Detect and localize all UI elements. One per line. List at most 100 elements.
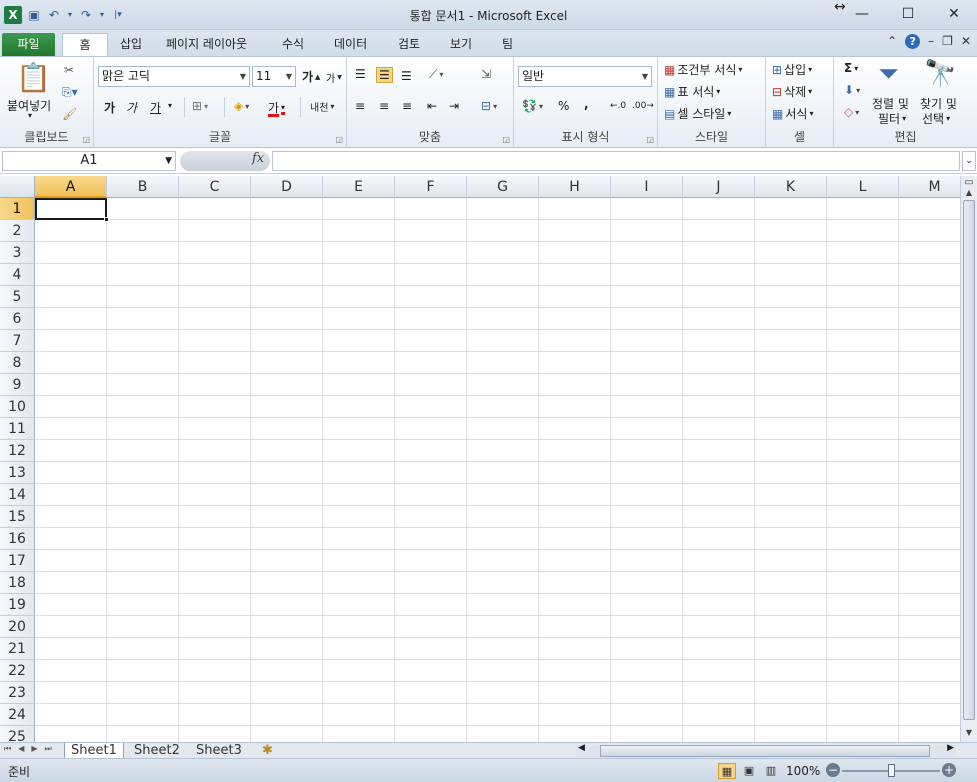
number-format-combo[interactable]: 일반 ▼ (518, 66, 652, 87)
row-header-12[interactable]: 12 (0, 440, 35, 462)
maximize-button[interactable]: ☐ (885, 0, 931, 28)
orientation-icon[interactable]: ⟋ ▾ (429, 67, 443, 82)
row-header-9[interactable]: 9 (0, 374, 35, 396)
row-header-4[interactable]: 4 (0, 264, 35, 286)
number-launcher-icon[interactable]: ◲ (646, 135, 654, 144)
find-select-label-2[interactable]: 선택 ▾ (922, 110, 950, 127)
clear-icon[interactable]: ◇ ▾ (844, 105, 859, 119)
font-color-button[interactable]: 가 ▾ (268, 99, 285, 116)
vertical-scrollbar[interactable]: ▭ ▲ ▼ (960, 176, 977, 742)
formula-input[interactable] (272, 151, 960, 171)
insert-function-icon[interactable]: fx (252, 151, 264, 166)
phonetic-button[interactable]: 내천 ▾ (310, 99, 334, 114)
minimize-button[interactable]: — (839, 0, 885, 28)
row-header-18[interactable]: 18 (0, 572, 35, 594)
doc-minimize-icon[interactable]: – (928, 34, 934, 49)
row-header-23[interactable]: 23 (0, 682, 35, 704)
scroll-up-icon[interactable]: ▲ (962, 186, 976, 200)
wrap-text-icon[interactable]: ⇲ (481, 67, 491, 81)
sheet-tab-2[interactable]: Sheet2 (128, 743, 186, 759)
tab-home[interactable]: 홈 (62, 33, 108, 56)
next-sheet-icon[interactable]: ▶ (31, 744, 37, 754)
column-header-b[interactable]: B (107, 176, 179, 198)
column-header-k[interactable]: K (755, 176, 827, 198)
align-left-icon[interactable]: ≡ (355, 99, 365, 113)
prev-sheet-icon[interactable]: ◀ (18, 744, 24, 754)
paste-icon[interactable]: 📋 (16, 61, 51, 94)
merge-center-icon[interactable]: ⊟ ▾ (481, 99, 497, 113)
cut-icon[interactable]: ✂ (64, 63, 74, 77)
row-header-8[interactable]: 8 (0, 352, 35, 374)
row-header-22[interactable]: 22 (0, 660, 35, 682)
tab-page-layout[interactable]: 페이지 레이아웃 (156, 33, 257, 56)
horizontal-scroll-thumb[interactable] (600, 745, 930, 757)
page-layout-view-icon[interactable]: ▣ (740, 763, 758, 779)
row-header-20[interactable]: 20 (0, 616, 35, 638)
paste-dropdown-icon[interactable]: ▾ (28, 111, 32, 120)
italic-button[interactable]: 가 (126, 99, 137, 116)
font-name-combo[interactable]: 맑은 고딕 ▼ (98, 66, 250, 87)
row-header-11[interactable]: 11 (0, 418, 35, 440)
fill-color-icon[interactable]: ◈ ▾ (234, 99, 249, 113)
increase-decimal-icon[interactable]: ←.0 (610, 101, 626, 111)
decrease-indent-icon[interactable]: ⇤ (427, 99, 437, 113)
row-header-6[interactable]: 6 (0, 308, 35, 330)
comma-button[interactable]: , (584, 97, 589, 111)
column-header-g[interactable]: G (467, 176, 539, 198)
expand-formula-bar-icon[interactable]: ⌄ (962, 151, 976, 171)
collapse-ribbon-icon[interactable]: ⌃ (887, 34, 897, 49)
insert-cells-button[interactable]: ⊞ 삽입 ▾ (772, 61, 812, 78)
zoom-slider-thumb[interactable] (888, 764, 895, 777)
align-right-icon[interactable]: ≡ (402, 99, 412, 113)
copy-icon[interactable]: ⎘▾ (62, 85, 78, 100)
conditional-format-button[interactable]: ▦ 조건부 서식 ▾ (664, 61, 742, 78)
sort-filter-icon[interactable]: ⏷ (878, 59, 899, 90)
align-center-icon[interactable]: ≡ (379, 99, 389, 113)
column-header-i[interactable]: I (611, 176, 683, 198)
tab-data[interactable]: 데이터 (324, 33, 377, 56)
scroll-down-icon[interactable]: ▼ (962, 726, 976, 740)
row-header-7[interactable]: 7 (0, 330, 35, 352)
tab-insert[interactable]: 삽입 (110, 33, 152, 56)
alignment-launcher-icon[interactable]: ◲ (502, 135, 510, 144)
column-header-f[interactable]: F (395, 176, 467, 198)
insert-sheet-icon[interactable]: ✱ (256, 743, 279, 759)
increase-indent-icon[interactable]: ⇥ (449, 99, 459, 113)
row-header-2[interactable]: 2 (0, 220, 35, 242)
row-header-1[interactable]: 1 (0, 198, 35, 220)
find-select-icon[interactable]: 🔭 (924, 59, 956, 89)
column-header-l[interactable]: L (827, 176, 899, 198)
cell-area[interactable] (35, 198, 960, 742)
tab-view[interactable]: 보기 (440, 33, 482, 56)
row-header-10[interactable]: 10 (0, 396, 35, 418)
tab-team[interactable]: 팀 (492, 33, 523, 56)
row-header-3[interactable]: 3 (0, 242, 35, 264)
format-cells-button[interactable]: ▦ 서식 ▾ (772, 105, 813, 122)
page-break-view-icon[interactable]: ▥ (762, 763, 780, 779)
zoom-level[interactable]: 100% (786, 764, 820, 778)
align-top-icon[interactable]: ☰ (355, 67, 366, 81)
underline-button[interactable]: 가 (150, 99, 161, 116)
fill-handle[interactable] (104, 217, 109, 222)
grow-font-button[interactable]: 가 ▲ (302, 68, 320, 85)
zoom-out-icon[interactable]: − (826, 763, 840, 777)
row-header-25[interactable]: 25 (0, 726, 35, 742)
zoom-in-icon[interactable]: + (942, 763, 956, 777)
column-header-j[interactable]: J (683, 176, 755, 198)
row-header-14[interactable]: 14 (0, 484, 35, 506)
normal-view-icon[interactable]: ▦ (718, 763, 736, 779)
last-sheet-icon[interactable]: ⏭ (45, 744, 52, 754)
cell-styles-button[interactable]: ▤ 셀 스타일 ▾ (664, 105, 731, 122)
vertical-scroll-thumb[interactable] (963, 200, 975, 720)
underline-dropdown-icon[interactable]: ▾ (168, 101, 172, 110)
column-header-e[interactable]: E (323, 176, 395, 198)
align-middle-icon[interactable]: ☰ (376, 67, 393, 83)
first-sheet-icon[interactable]: ⏮ (4, 744, 11, 754)
sheet-tab-3[interactable]: Sheet3 (190, 743, 248, 759)
doc-close-icon[interactable]: ✕ (961, 34, 971, 49)
font-size-combo[interactable]: 11 ▼ (252, 66, 296, 87)
column-header-h[interactable]: H (539, 176, 611, 198)
sheet-tab-1[interactable]: Sheet1 (64, 743, 124, 759)
sort-filter-label-2[interactable]: 필터 ▾ (878, 110, 906, 127)
column-header-a[interactable]: A (35, 176, 107, 198)
